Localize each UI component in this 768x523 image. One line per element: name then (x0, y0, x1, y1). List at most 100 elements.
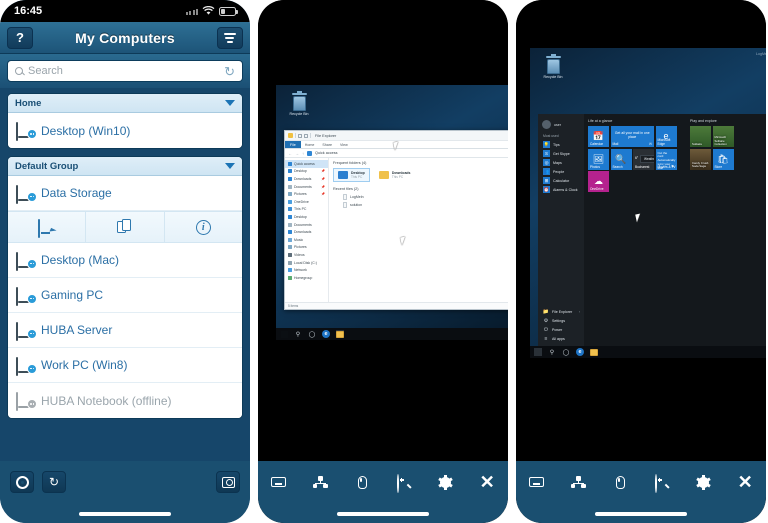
tile-movies-tv[interactable]: Cut the cord Automatically sync your stu… (655, 148, 677, 170)
nav-item-pc-pictures[interactable]: Pictures (285, 244, 328, 252)
nav-item-pc-documents[interactable]: Documents (285, 221, 328, 229)
close-session-button[interactable]: ✕ (732, 471, 758, 493)
nav-item-documents[interactable]: Documents 📌 (285, 183, 328, 191)
remote-screen-viewport[interactable]: Recycle Bin File Explorer File Home Shar… (258, 0, 508, 461)
nav-item-pictures[interactable]: Pictures 📌 (285, 190, 328, 198)
nav-item-pc-downloads[interactable]: Downloads (285, 228, 328, 236)
undo-icon[interactable] (298, 133, 302, 138)
computer-row[interactable]: HUBA Notebook (offline) (8, 383, 242, 418)
close-session-button[interactable]: ✕ (474, 471, 500, 493)
chevron-down-icon[interactable] (225, 163, 235, 169)
help-button[interactable]: ? (7, 26, 33, 49)
edge-button[interactable]: e (576, 348, 584, 356)
user-account-item[interactable]: user (538, 118, 584, 134)
content-pane[interactable]: Frequent folders (4) Desktop This PC Dow… (329, 158, 508, 302)
forward-icon[interactable]: → (295, 151, 299, 156)
navigation-pane[interactable]: Quick access Desktop 📌 Downloads 📌 Documen… (285, 158, 329, 302)
computer-row[interactable]: Work PC (Win8) (8, 348, 242, 383)
refresh-button[interactable]: ↻ (42, 471, 66, 493)
start-item-power[interactable]: ⏻ Power (538, 325, 584, 334)
recycle-bin-icon[interactable]: Recycle Bin (284, 91, 314, 117)
remote-desktop[interactable]: Recycle Bin LogMeIn - Q user Most used 💡… (530, 48, 766, 358)
nav-item-onedrive[interactable]: OneDrive (285, 198, 328, 206)
tile-microsoft-solitaire-collection[interactable]: Microsoft Solitaire Collection (712, 126, 734, 147)
task-view-button[interactable]: ◯ (308, 330, 316, 338)
zoom-button[interactable] (391, 471, 417, 493)
tile-weather[interactable]: 6° Bucharest Weather (633, 148, 654, 170)
start-item-get-skype[interactable]: S Get Skype (538, 149, 584, 158)
computer-row[interactable]: Gaming PC (8, 278, 242, 313)
tile-store[interactable]: 🛍 Store (712, 148, 734, 170)
ribbon-tab-share[interactable]: Share (318, 141, 336, 148)
nav-item-network[interactable]: Network (285, 266, 328, 274)
settings-button[interactable] (10, 471, 34, 493)
tile-candy-crush[interactable]: Candy Crush Soda Saga (690, 148, 711, 170)
tile-mail[interactable]: Get all your mail in one place Mail ✉ (610, 126, 654, 147)
nav-item-quick-access[interactable]: Quick access (285, 160, 328, 168)
refresh-icon[interactable]: ↻ (224, 65, 235, 78)
group-header[interactable]: Default Group (8, 157, 242, 176)
ribbon-tab-file[interactable]: File (285, 141, 301, 148)
zoom-button[interactable] (649, 471, 675, 493)
computer-info-action[interactable]: i (165, 212, 242, 242)
computer-row[interactable]: Desktop (Mac) (8, 243, 242, 278)
file-explorer-taskbar-button[interactable] (336, 330, 344, 338)
back-icon[interactable]: ← (288, 151, 292, 156)
nav-item-this-pc[interactable]: This PC (285, 206, 328, 214)
tile-photos[interactable]: 🖼 Photos (588, 148, 609, 170)
shortcuts-button[interactable] (307, 471, 333, 493)
search-input[interactable]: Search ↻ (7, 60, 243, 82)
properties-icon[interactable] (304, 133, 308, 138)
start-button[interactable] (534, 348, 542, 356)
tile-search[interactable]: 🔍 Search (610, 148, 632, 170)
edge-button[interactable]: e (322, 330, 330, 338)
shortcuts-button[interactable] (565, 471, 591, 493)
group-header[interactable]: Home (8, 94, 242, 113)
start-item-file-explorer[interactable]: 📁 File Explorer › (538, 307, 584, 316)
start-item-calculator[interactable]: ⊞ Calculator (538, 176, 584, 185)
start-item-people[interactable]: 👥 People (538, 167, 584, 176)
recent-file-row[interactable]: solution (343, 202, 508, 208)
start-item-all-apps[interactable]: ≡ All apps (538, 334, 584, 343)
keyboard-button[interactable] (524, 471, 550, 493)
nav-item-homegroup[interactable]: Homegroup (285, 274, 328, 282)
start-item-tips[interactable]: 💡 Tips (538, 140, 584, 149)
file-explorer-taskbar-button[interactable] (590, 348, 598, 356)
nav-item-downloads[interactable]: Downloads 📌 (285, 175, 328, 183)
start-item-maps[interactable]: ◎ Maps (538, 158, 584, 167)
screenshot-button[interactable] (216, 471, 240, 493)
computer-row[interactable]: Desktop (Win10) (8, 113, 242, 148)
folder-tile-downloads[interactable]: Downloads This PC (375, 168, 415, 182)
nav-item-local-disk[interactable]: Local Disk (C:) (285, 259, 328, 267)
ribbon-tab-view[interactable]: View (336, 141, 352, 148)
chevron-down-icon[interactable] (225, 100, 235, 106)
computer-row[interactable]: HUBA Server (8, 313, 242, 348)
ribbon-tab-home[interactable]: Home (301, 141, 319, 148)
recycle-bin-icon[interactable]: Recycle Bin (538, 54, 568, 80)
computer-row[interactable]: Data Storage (8, 176, 242, 211)
up-icon[interactable]: ↑ (302, 151, 304, 156)
remote-screen-viewport[interactable]: Recycle Bin LogMeIn - Q user Most used 💡… (516, 0, 766, 461)
nav-item-music[interactable]: Music (285, 236, 328, 244)
mouse-button[interactable] (607, 471, 633, 493)
hamburger-menu-button[interactable] (216, 26, 243, 49)
tile-microsoft-edge[interactable]: e Microsoft Edge (655, 126, 677, 147)
nav-item-desktop[interactable]: Desktop 📌 (285, 168, 328, 176)
address-bar[interactable]: ← → ↑ Quick access (285, 149, 508, 158)
settings-button[interactable] (690, 471, 716, 493)
start-menu[interactable]: user Most used 💡 Tips S Get Skype ◎ Maps 👥 P… (538, 114, 766, 346)
file-explorer-window[interactable]: File Explorer File Home Share View ← → ↑ (284, 130, 508, 310)
tile-onedrive[interactable]: ☁ OneDrive (588, 171, 609, 192)
start-item-alarms-clock[interactable]: ⏰ Alarms & Clock (538, 185, 584, 194)
nav-item-videos[interactable]: Videos (285, 251, 328, 259)
search-taskbar-button[interactable]: ⚲ (548, 348, 556, 356)
recent-file-row[interactable]: LogMeIn (343, 194, 508, 200)
remote-desktop[interactable]: Recycle Bin File Explorer File Home Shar… (276, 85, 508, 340)
start-button[interactable] (280, 330, 288, 338)
window-title-bar[interactable]: File Explorer (285, 131, 508, 141)
remote-control-action[interactable] (8, 212, 87, 242)
nav-item-pc-desktop[interactable]: Desktop (285, 213, 328, 221)
start-item-settings[interactable]: ⚙ Settings (538, 316, 584, 325)
search-taskbar-button[interactable]: ⚲ (294, 330, 302, 338)
settings-button[interactable] (432, 471, 458, 493)
